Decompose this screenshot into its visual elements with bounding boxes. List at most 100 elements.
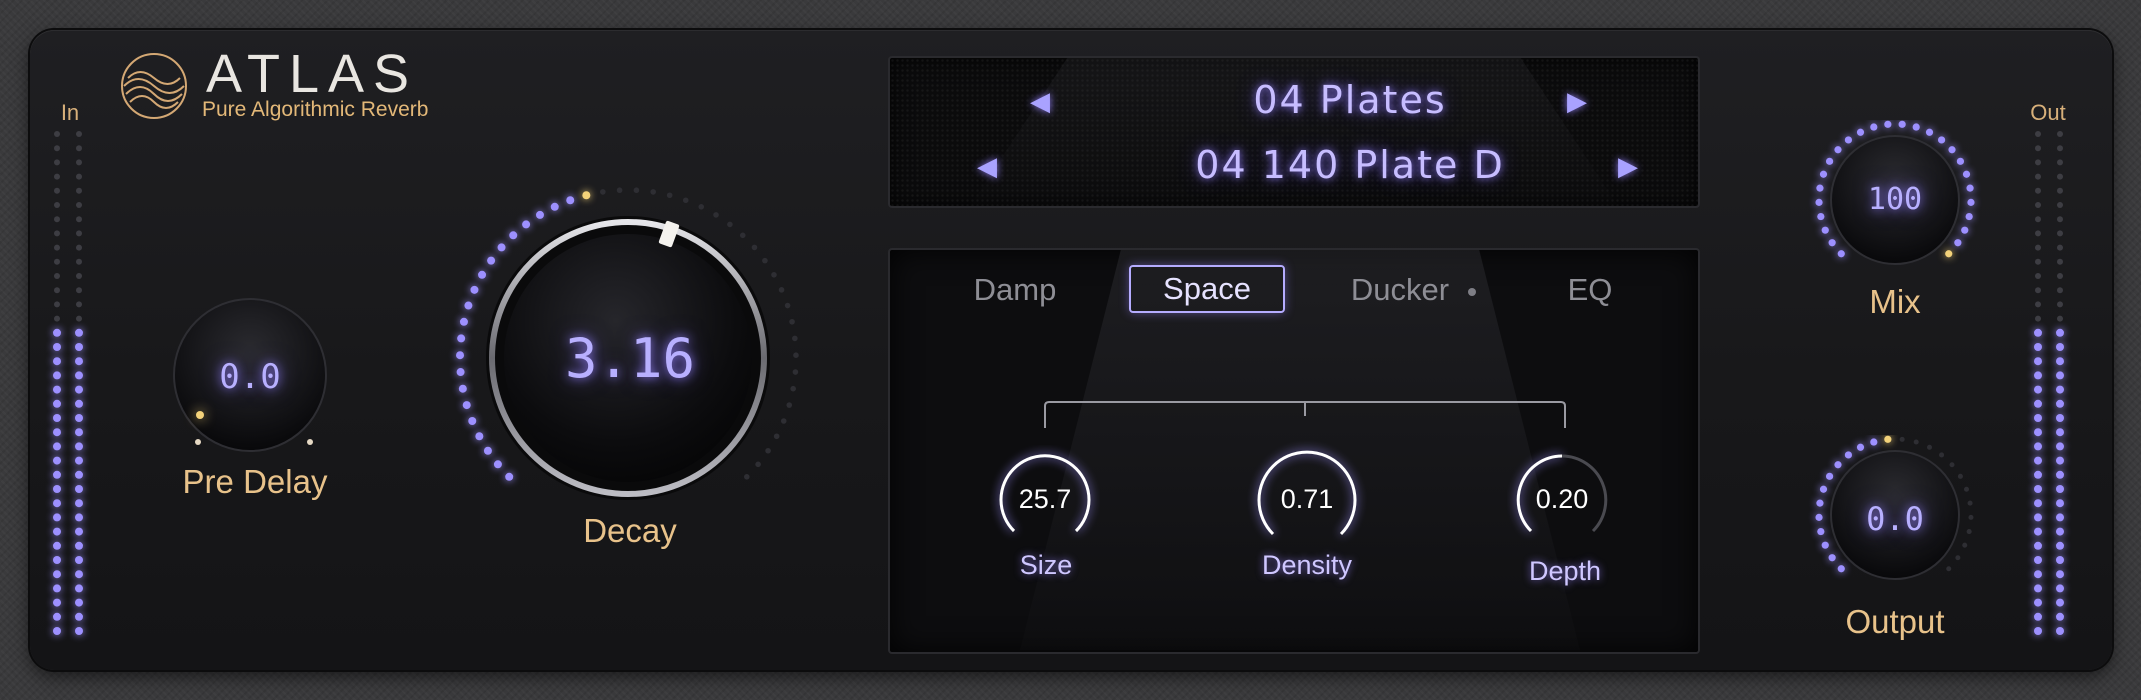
- meter-led: [76, 173, 82, 180]
- meter-led: [54, 187, 60, 194]
- meter-led: [2056, 541, 2064, 550]
- meter-led: [76, 258, 82, 265]
- tab-damp[interactable]: Damp: [960, 272, 1070, 308]
- bank-prev-arrow-icon[interactable]: ◀: [1025, 86, 1055, 117]
- input-meter-label: In: [60, 100, 80, 125]
- knob-indicator-dot: [505, 472, 514, 481]
- knob-indicator-dot: [1967, 500, 1973, 506]
- meter-led: [53, 556, 61, 564]
- knob-indicator-dot: [784, 302, 791, 309]
- knob-indicator-dot: [1962, 170, 1971, 178]
- meter-led: [2057, 145, 2063, 152]
- decay-value: 3.16: [564, 327, 696, 390]
- meter-led: [54, 159, 60, 166]
- preset-bank[interactable]: 04 Plates: [1090, 78, 1610, 122]
- knob-indicator-dot: [1837, 250, 1845, 258]
- meter-led: [75, 371, 83, 380]
- knob-indicator-dot: [1828, 554, 1836, 562]
- tab-eq[interactable]: EQ: [1560, 272, 1620, 308]
- preset-name[interactable]: 04 140 Plate D: [1040, 143, 1660, 187]
- output-meter-label: Out: [2030, 100, 2066, 125]
- knob-indicator-dot: [743, 473, 750, 480]
- meter-led: [53, 414, 61, 422]
- meter-led: [53, 456, 61, 465]
- tab-ducker[interactable]: Ducker: [1330, 272, 1470, 308]
- meter-led: [75, 399, 83, 408]
- depth-value: 0.20: [1535, 484, 1589, 514]
- meter-led: [2056, 343, 2064, 351]
- knob-indicator-dot: [462, 401, 471, 410]
- knob-indicator-dot: [1961, 226, 1969, 234]
- knob-indicator-dot: [457, 334, 466, 343]
- knob-indicator-dot: [1828, 239, 1836, 247]
- knob-indicator-dot: [456, 368, 465, 377]
- knob-indicator-dot: [1939, 452, 1945, 458]
- meter-led: [2056, 570, 2064, 579]
- knob-indicator-dot: [1945, 250, 1953, 258]
- knob-indicator-dot: [773, 433, 780, 440]
- knob-indicator-dot: [582, 191, 591, 200]
- meter-led: [75, 570, 83, 579]
- meter-led: [54, 315, 60, 322]
- meter-led: [2034, 556, 2042, 564]
- meter-led: [75, 470, 83, 479]
- pre-delay-value: 0.0: [219, 357, 281, 397]
- tab-space[interactable]: Space: [1129, 265, 1285, 313]
- knob-indicator-dot: [1912, 123, 1920, 131]
- knob-indicator-dot: [1946, 566, 1952, 572]
- meter-led: [53, 343, 61, 351]
- meter-led: [53, 584, 61, 593]
- meter-led: [2034, 570, 2042, 579]
- meter-led: [2034, 343, 2042, 351]
- knob-indicator-dot: [1967, 198, 1975, 206]
- bank-next-arrow-icon[interactable]: ▶: [1562, 86, 1592, 117]
- knob-indicator-dot: [1825, 472, 1834, 480]
- preset-next-arrow-icon[interactable]: ▶: [1613, 151, 1643, 182]
- meter-led: [2057, 244, 2063, 251]
- param-group-bracket: [1044, 401, 1566, 428]
- meter-led: [2056, 527, 2064, 536]
- knob-indicator-dot: [600, 189, 606, 195]
- meter-led: [2034, 584, 2042, 593]
- meter-led: [2034, 612, 2042, 621]
- meter-led: [75, 499, 83, 508]
- meter-led: [2035, 258, 2041, 265]
- knob-indicator-dot: [1965, 212, 1973, 221]
- knob-indicator-dot: [459, 317, 468, 326]
- meter-led: [76, 187, 82, 194]
- meter-led: [53, 385, 61, 394]
- meter-led: [53, 527, 61, 536]
- knob-indicator-dot: [1898, 120, 1906, 128]
- meter-led: [2035, 202, 2041, 208]
- meter-led: [75, 541, 83, 550]
- meter-led: [2056, 428, 2064, 437]
- knob-indicator-dot: [1817, 212, 1825, 221]
- knob-indicator-dot: [566, 196, 575, 205]
- knob-indicator-dot: [550, 202, 559, 211]
- knob-indicator-dot: [1815, 198, 1823, 206]
- meter-led: [2056, 456, 2064, 465]
- meter-led: [2056, 499, 2064, 508]
- meter-led: [2035, 145, 2041, 152]
- knob-indicator-dot: [739, 232, 746, 239]
- meter-led: [2056, 414, 2064, 422]
- knob-indicator-dot: [1821, 226, 1829, 234]
- preset-prev-arrow-icon[interactable]: ◀: [972, 151, 1002, 182]
- meter-led: [53, 513, 61, 522]
- knob-indicator-dot: [793, 352, 799, 358]
- meter-led: [76, 244, 82, 251]
- knob-indicator-dot: [1963, 486, 1970, 492]
- mix-value: 100: [1867, 182, 1923, 217]
- meter-led: [75, 343, 83, 351]
- knob-indicator-dot: [1956, 157, 1965, 165]
- meter-led: [2034, 470, 2042, 479]
- knob-indicator-dot: [789, 318, 795, 325]
- meter-led: [2035, 230, 2041, 237]
- meter-led: [2056, 598, 2064, 607]
- knob-indicator-dot: [666, 192, 673, 199]
- meter-led: [2034, 399, 2042, 408]
- meter-led: [2057, 287, 2063, 294]
- knob-indicator-dot: [682, 197, 689, 204]
- meter-led: [2034, 485, 2042, 493]
- meter-led: [53, 399, 61, 408]
